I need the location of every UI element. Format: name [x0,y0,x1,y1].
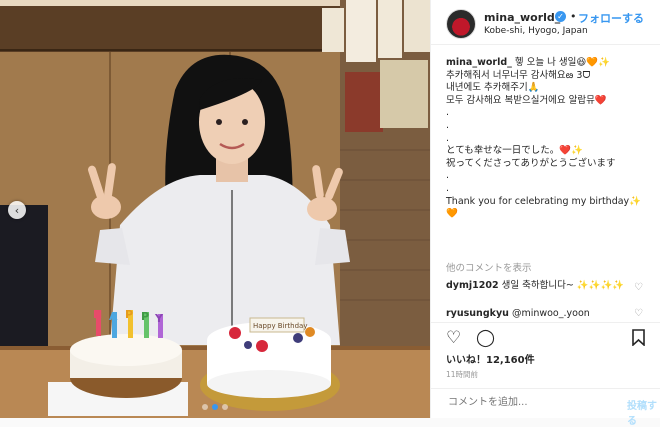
cake-letter: P [125,308,133,321]
post-timestamp: 11時間前 [446,370,479,379]
menu-board [378,0,402,58]
carousel-dot [202,404,208,410]
view-more-comments-link[interactable]: 他のコメントを表示 [446,260,532,274]
comment-username[interactable]: dymj1202 [446,280,499,291]
carousel-dot-active [212,404,218,410]
cake-plate-text: Happy Birthday [253,322,308,330]
caption-line: 추카해줘서 너무너무 감사해요ఴ 3ᗜ [446,69,591,81]
carousel-indicator [0,404,430,410]
ceiling-light [0,0,340,6]
caption-line: とても幸せな一日でした。❤️✨ [446,145,583,157]
add-comment-bar: 投稿する [431,388,660,427]
comment-username[interactable]: ryusungkyu [446,308,509,319]
likes-count[interactable]: いいね！12,160件 [446,351,535,366]
caption-line: . [446,107,450,119]
cake-letter: H [93,308,102,321]
post-header: mina_world_ ✓ • フォローする Kobe-shi, Hyogo, … [431,0,660,45]
right-sleeve [315,228,350,265]
wood-ceiling [0,0,340,52]
comment-bubble-icon[interactable]: ◯ [476,328,495,348]
menu-card [322,8,344,52]
wall-poster [380,60,428,128]
likes-label: いいね！ [446,355,486,366]
location-link[interactable]: Kobe-shi, Hyogo, Japan [484,26,588,36]
previous-photo-button[interactable]: ‹ [8,201,26,219]
cake-letter: P [141,310,149,323]
caption-line: . [446,170,450,182]
caption-line: . [446,132,450,144]
follow-button[interactable]: フォローする [578,10,644,26]
post-sidebar: mina_world_ ✓ • フォローする Kobe-shi, Hyogo, … [430,0,660,427]
caption-line: 모두 감사해요 복받으실거에요 알랍뮤❤️ [446,94,607,106]
comment-item: ryusungkyu @minwoo_.yoon [446,308,636,320]
post-actions: ♡ ◯ [431,322,660,353]
comment-text: 생일 축하합니다~ ✨✨✨✨ [501,280,625,291]
menu-board [404,0,430,52]
menu-board [346,0,376,62]
caption-line: 내년에도 추카해주기🙏 [446,82,540,94]
verified-badge-icon: ✓ [555,11,566,22]
cake-letter: A [109,310,118,323]
wall-poster [345,72,383,132]
carousel-dot [222,404,228,410]
header-username[interactable]: mina_world_ [484,11,560,24]
like-comment-heart-icon[interactable]: ♡ [634,282,643,293]
caption-username[interactable]: mina_world_ [446,57,512,68]
comments-area[interactable]: mina_world_ 헿 오늘 나 생일😆🧡✨ 추카해줘서 너무너무 감사해요… [431,45,660,320]
caption-line: Thank you for celebrating my birthday✨ [446,195,642,207]
post-comment-button[interactable]: 投稿する [627,397,660,427]
instagram-post: H A P P Y Happy Birthday ‹ mina_world_ ✓… [0,0,660,427]
bookmark-icon[interactable] [632,329,645,351]
post-caption: mina_world_ 헿 오늘 나 생일😆🧡✨ 추카해줘서 너무너무 감사해요… [446,57,651,221]
post-photo[interactable]: H A P P Y Happy Birthday ‹ [0,0,430,418]
comment-item: dymj1202 생일 축하합니다~ ✨✨✨✨ [446,280,636,292]
caption-line: 🧡 [446,208,458,220]
likes-number: 12,160件 [486,355,535,366]
header-separator: • [570,10,577,23]
comment-text: @minwoo_.yoon [511,308,590,319]
add-comment-input[interactable] [446,396,600,409]
cake-letter: Y [154,312,164,325]
avatar[interactable] [446,9,476,39]
like-comment-heart-icon[interactable]: ♡ [634,308,643,319]
caption-line: 헿 오늘 나 생일😆🧡✨ [514,57,610,68]
side-person [0,205,48,355]
caption-line: 祝ってくださってありがとうございます [446,157,616,169]
chevron-left-icon: ‹ [14,203,20,217]
like-heart-icon[interactable]: ♡ [446,328,461,348]
caption-line: . [446,182,450,194]
birthday-photo-illustration: H A P P Y Happy Birthday [0,0,430,418]
caption-line: . [446,119,450,131]
